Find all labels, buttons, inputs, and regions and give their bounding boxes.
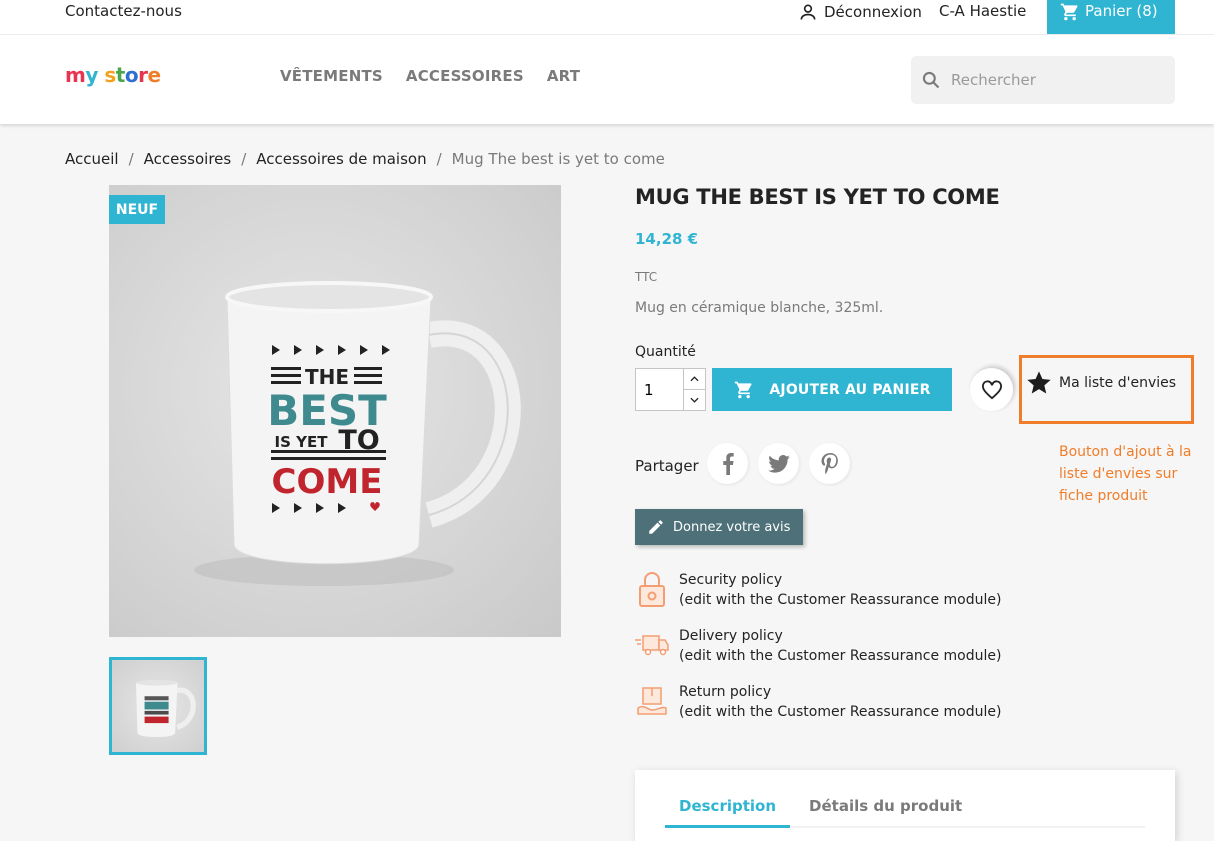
tab-description[interactable]: Description — [665, 797, 791, 828]
annotation-note: Bouton d'ajout à la liste d'envies sur f… — [1059, 444, 1192, 504]
pinterest-share-button[interactable] — [809, 443, 850, 484]
facebook-share-button[interactable] — [707, 443, 748, 484]
search-input[interactable] — [951, 71, 1161, 89]
lock-icon — [635, 570, 669, 608]
reassurance-subtitle: (edit with the Customer Reassurance modu… — [679, 592, 1002, 608]
cart-button[interactable]: Panier (8) — [1047, 0, 1175, 34]
main-header: my store VÊTEMENTS ACCESSOIRES ART — [0, 35, 1214, 124]
chevron-down-icon — [690, 397, 699, 403]
add-to-cart-button[interactable]: AJOUTER AU PANIER — [712, 368, 952, 411]
pinterest-icon — [821, 452, 838, 474]
product-price: 14,28 € — [635, 230, 699, 248]
account-link[interactable]: C-A Haestie — [939, 2, 1026, 20]
store-logo[interactable]: my store — [65, 63, 161, 87]
cart-label: Panier (8) — [1085, 2, 1158, 20]
breadcrumb: Accueil / Accessoires / Accessoires de m… — [65, 150, 665, 168]
breadcrumb-separator: / — [128, 150, 134, 168]
share-label: Partager — [635, 457, 699, 475]
chevron-up-icon — [690, 376, 699, 382]
contact-link[interactable]: Contactez-nous — [65, 2, 182, 20]
reassurance-title: Security policy — [679, 572, 783, 588]
add-to-cart-label: AJOUTER AU PANIER — [769, 381, 931, 398]
box-return-icon — [635, 682, 669, 720]
reassurance-subtitle: (edit with the Customer Reassurance modu… — [679, 648, 1002, 664]
reassurance-title: Delivery policy — [679, 628, 783, 644]
star-icon — [1027, 371, 1051, 394]
nav-item-vetements[interactable]: VÊTEMENTS — [280, 67, 383, 85]
reassurance-subtitle: (edit with the Customer Reassurance modu… — [679, 704, 1002, 720]
logout-link[interactable]: Déconnexion — [798, 2, 922, 22]
wishlist-heart-button[interactable] — [970, 368, 1013, 411]
breadcrumb-accessoires[interactable]: Accessoires — [144, 150, 232, 168]
product-thumbnail[interactable] — [109, 657, 207, 755]
tab-product-details[interactable]: Détails du produit — [795, 797, 976, 828]
quantity-increase-button[interactable] — [684, 369, 705, 390]
breadcrumb-separator: / — [241, 150, 247, 168]
reassurance-item: Return policy (edit with the Customer Re… — [635, 682, 1001, 722]
twitter-share-button[interactable] — [758, 443, 799, 484]
breadcrumb-current: Mug The best is yet to come — [451, 150, 665, 168]
cart-icon — [735, 381, 752, 398]
mug-text-to: TO — [338, 425, 379, 456]
cart-icon — [1060, 3, 1078, 21]
write-review-button[interactable]: Donnez votre avis — [635, 509, 803, 545]
mug-illustration: THE BEST IS YET TO COME — [194, 281, 521, 586]
mug-text-come: COME — [272, 462, 383, 502]
quantity-label: Quantité — [635, 344, 696, 360]
reassurance-item: Delivery policy (edit with the Customer … — [635, 626, 1001, 666]
nav-item-art[interactable]: ART — [547, 67, 580, 85]
reassurance-item: Security policy (edit with the Customer … — [635, 570, 1001, 610]
user-icon — [800, 4, 816, 20]
breadcrumb-separator: / — [436, 150, 442, 168]
facebook-icon — [722, 452, 734, 475]
product-title: MUG THE BEST IS YET TO COME — [635, 185, 1000, 209]
breadcrumb-home[interactable]: Accueil — [65, 150, 119, 168]
search-box — [911, 56, 1175, 104]
truck-icon — [635, 626, 669, 664]
main-nav: VÊTEMENTS ACCESSOIRES ART — [280, 67, 580, 85]
quantity-stepper — [635, 368, 706, 411]
mug-thumbnail-illustration — [136, 679, 196, 738]
product-cover-image[interactable]: THE BEST IS YET TO COME — [109, 185, 561, 637]
wishlist-label: Ma liste d'envies — [1059, 375, 1177, 391]
mug-text-is-yet: IS YET — [275, 433, 329, 451]
tax-label: TTC — [635, 270, 658, 284]
breadcrumb-accessoires-maison[interactable]: Accessoires de maison — [256, 150, 426, 168]
nav-item-accessoires[interactable]: ACCESSOIRES — [406, 67, 524, 85]
product-tabs: Description Détails du produit — [665, 797, 1145, 828]
search-icon[interactable] — [921, 70, 941, 90]
pencil-icon — [649, 520, 663, 534]
top-bar: Contactez-nous Déconnexion C-A Haestie P… — [0, 0, 1214, 35]
twitter-icon — [767, 454, 790, 473]
product-short-description: Mug en céramique blanche, 325ml. — [635, 300, 884, 316]
product-tabs-panel: Description Détails du produit — [635, 770, 1175, 841]
new-badge: NEUF — [109, 195, 165, 224]
write-review-label: Donnez votre avis — [673, 519, 791, 535]
heart-icon — [981, 379, 1002, 399]
quantity-decrease-button[interactable] — [684, 390, 705, 410]
reassurance-title: Return policy — [679, 684, 772, 700]
wishlist-link[interactable]: Ma liste d'envies — [1025, 369, 1176, 397]
quantity-input[interactable] — [636, 369, 683, 410]
logout-label: Déconnexion — [824, 3, 922, 21]
